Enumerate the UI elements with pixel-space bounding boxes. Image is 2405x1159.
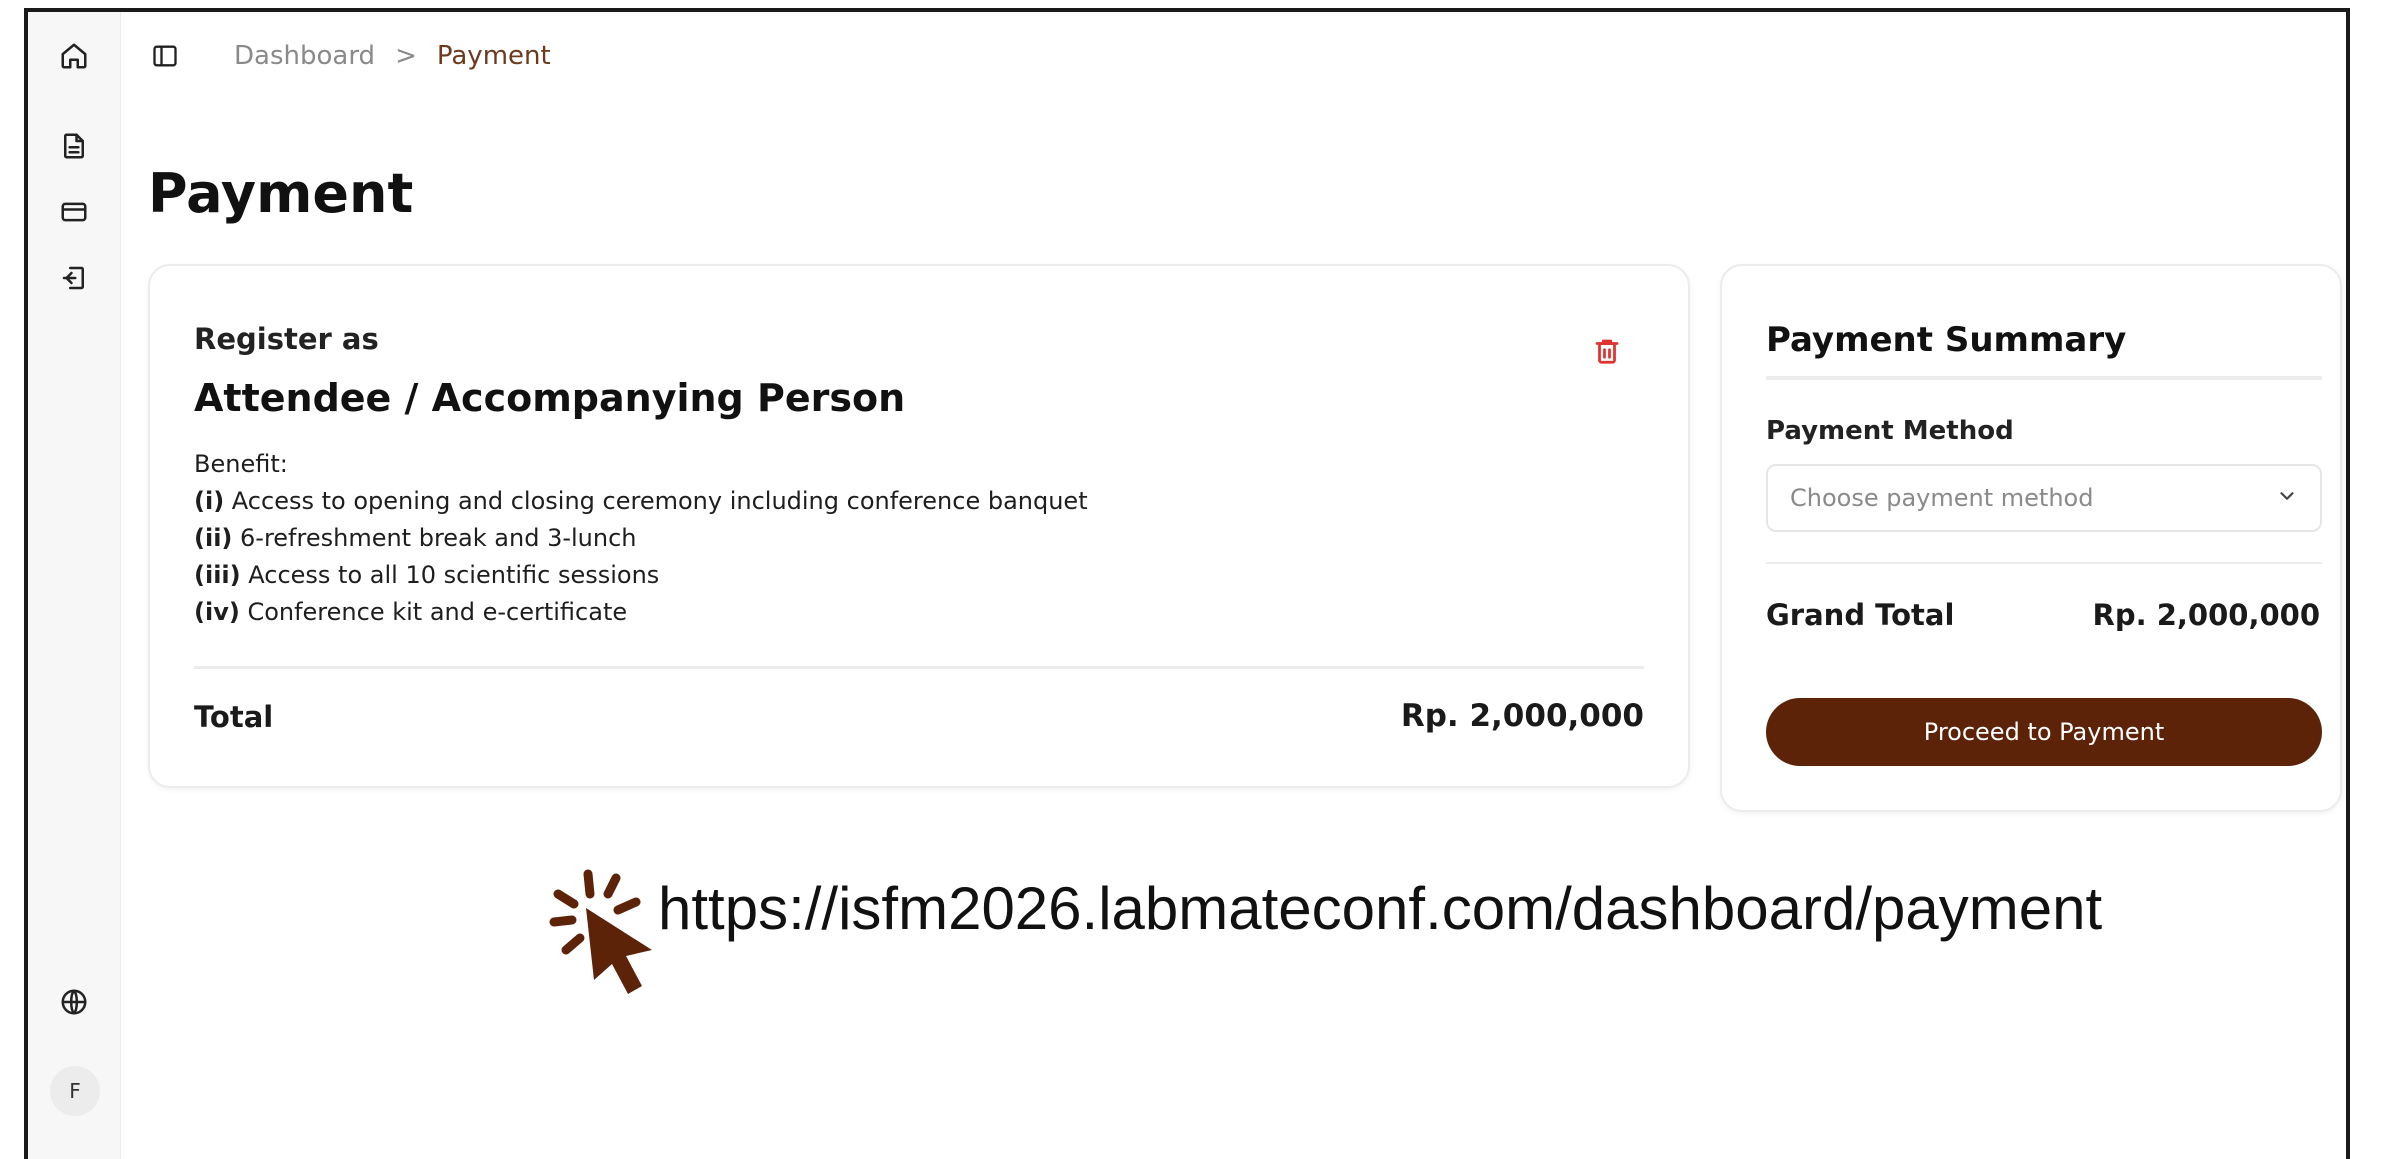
benefit-text: 6-refreshment break and 3-lunch: [232, 524, 637, 552]
url-text: https://isfm2026.labmateconf.com/dashboa…: [658, 874, 2103, 942]
sidebar-toggle-icon[interactable]: [148, 39, 182, 73]
click-pointer-icon: [546, 864, 658, 1004]
app-window: F Dashboard > Payment Payment Register a…: [24, 8, 2350, 1159]
benefit-title: Benefit:: [194, 450, 288, 478]
card-icon[interactable]: [56, 194, 92, 230]
total-value: Rp. 2,000,000: [1400, 698, 1644, 734]
payment-method-placeholder: Choose payment method: [1790, 484, 2094, 512]
avatar[interactable]: F: [50, 1066, 100, 1116]
benefit-number: (ii): [194, 524, 233, 552]
benefit-item: (i) Access to opening and closing ceremo…: [194, 483, 1088, 520]
logout-icon[interactable]: [56, 260, 92, 296]
document-icon[interactable]: [56, 128, 92, 164]
payment-summary-card: Payment Summary Payment Method Choose pa…: [1720, 264, 2342, 812]
breadcrumb-dashboard[interactable]: Dashboard: [234, 41, 375, 71]
avatar-initial: F: [69, 1079, 81, 1103]
breadcrumb: Dashboard > Payment: [234, 41, 551, 71]
total-label: Total: [194, 700, 274, 734]
benefit-number: (i): [194, 487, 225, 515]
benefit-list: Benefit: (i) Access to opening and closi…: [194, 446, 1088, 631]
benefit-number: (iv): [194, 598, 240, 626]
page-title: Payment: [148, 162, 414, 225]
globe-icon[interactable]: [56, 984, 92, 1020]
payment-summary-title: Payment Summary: [1766, 320, 2127, 360]
benefit-item: (ii) 6-refreshment break and 3-lunch: [194, 520, 1088, 557]
url-overlay: https://isfm2026.labmateconf.com/dashboa…: [546, 864, 2102, 1004]
trash-icon[interactable]: [1592, 334, 1624, 370]
benefit-number: (iii): [194, 561, 241, 589]
sidebar: F: [28, 12, 121, 1159]
benefit-text: Access to all 10 scientific sessions: [240, 561, 660, 589]
benefit-item: (iii) Access to all 10 scientific sessio…: [194, 557, 1088, 594]
breadcrumb-separator: >: [395, 41, 417, 71]
benefit-item: (iv) Conference kit and e-certificate: [194, 594, 1088, 631]
registration-card: Register as Attendee / Accompanying Pers…: [148, 264, 1690, 788]
chevron-down-icon: [2276, 485, 2298, 511]
breadcrumb-current: Payment: [436, 41, 551, 71]
topbar: Dashboard > Payment: [148, 36, 551, 76]
payment-method-label: Payment Method: [1766, 416, 2014, 446]
divider: [194, 666, 1644, 669]
proceed-to-payment-button[interactable]: Proceed to Payment: [1766, 698, 2322, 766]
home-icon[interactable]: [56, 38, 92, 74]
divider: [1766, 562, 2322, 564]
grand-total-label: Grand Total: [1766, 598, 1955, 632]
benefit-text: Access to opening and closing ceremony i…: [224, 487, 1088, 515]
registration-type: Attendee / Accompanying Person: [194, 376, 906, 420]
benefit-text: Conference kit and e-certificate: [239, 598, 628, 626]
grand-total-value: Rp. 2,000,000: [2092, 598, 2320, 632]
register-as-label: Register as: [194, 322, 379, 356]
payment-method-select[interactable]: Choose payment method: [1766, 464, 2322, 532]
divider: [1766, 376, 2322, 380]
